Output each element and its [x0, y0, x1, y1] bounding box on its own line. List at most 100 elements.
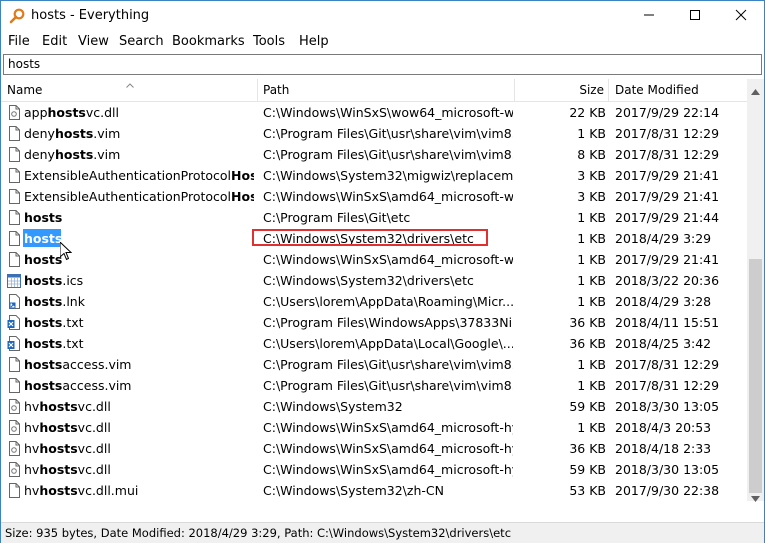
dll-file-icon — [7, 420, 21, 435]
result-row[interactable]: hosts.lnk C:\Users\lorem\AppData\Roaming\… — [1, 291, 747, 312]
sort-ascending-icon — [126, 77, 134, 91]
everything-window: hosts - Everything File Edit View Search… — [0, 0, 765, 543]
file-path: C:\Windows\WinSxS\amd64_microsoft-hy... — [263, 441, 513, 456]
search-input[interactable] — [4, 55, 748, 72]
file-size: 8 KB — [577, 147, 606, 162]
result-row[interactable]: hvhostsvc.dll C:\Windows\System32 59 KB 201… — [1, 396, 747, 417]
column-path-header[interactable]: Path — [263, 79, 289, 101]
file-date-modified: 2017/8/31 12:29 — [615, 357, 720, 372]
menu-bookmarks[interactable]: Bookmarks — [172, 34, 245, 49]
column-name-header[interactable]: Name — [7, 79, 42, 101]
file-icon — [7, 252, 21, 267]
file-icon — [7, 189, 21, 204]
file-name: hosts.lnk — [24, 291, 254, 312]
file-path: C:\Windows\WinSxS\amd64_microsoft-hy... — [263, 462, 513, 477]
file-name: hosts — [24, 249, 254, 270]
maximize-icon — [689, 9, 701, 24]
result-row[interactable]: apphostsvc.dll C:\Windows\WinSxS\wow64_mi… — [1, 102, 747, 123]
result-row[interactable]: hvhostsvc.dll C:\Windows\WinSxS\amd64_mic… — [1, 417, 747, 438]
result-row[interactable]: hosts C:\Program Files\Git\etc 1 KB 2017/9/… — [1, 207, 747, 228]
file-date-modified: 2017/9/29 22:14 — [615, 105, 720, 120]
file-name-prefix: hv — [24, 483, 40, 498]
result-row[interactable]: ExtensibleAuthenticationProtocolHost... C… — [1, 186, 747, 207]
match-highlight: hosts — [24, 357, 63, 372]
file-name-suffix: access.vim — [62, 378, 132, 393]
dll-file-icon — [7, 399, 21, 414]
menu-view[interactable]: View — [78, 34, 109, 49]
vertical-scrollbar[interactable] — [747, 79, 764, 502]
match-highlight: hosts — [54, 147, 94, 162]
result-row[interactable]: hosts C:\Windows\WinSxS\amd64_microsoft-w… — [1, 249, 747, 270]
file-name-suffix: vc.dll.mui — [77, 483, 139, 498]
file-date-modified: 2017/9/29 21:41 — [615, 168, 720, 183]
file-name-prefix: ExtensibleAuthenticationProtocol — [24, 168, 232, 183]
scroll-up-icon[interactable] — [751, 84, 760, 98]
dll-file-icon — [7, 105, 21, 120]
file-size: 1 KB — [577, 357, 606, 372]
result-row[interactable]: hvhostsvc.dll C:\Windows\WinSxS\amd64_mic… — [1, 438, 747, 459]
file-date-modified: 2018/3/30 13:05 — [615, 399, 720, 414]
file-name: hvhostsvc.dll — [24, 438, 254, 459]
file-size: 22 KB — [569, 105, 606, 120]
file-name-prefix: app — [24, 105, 48, 120]
file-name: hostsaccess.vim — [24, 375, 254, 396]
column-date-header[interactable]: Date Modified — [615, 79, 699, 101]
match-highlight: hosts — [24, 378, 63, 393]
result-row[interactable]: denyhosts.vim C:\Program Files\Git\usr\sh… — [1, 123, 747, 144]
scrollbar-thumb[interactable] — [749, 259, 762, 493]
file-path: C:\Windows\WinSxS\wow64_microsoft-wi... — [263, 105, 513, 120]
menu-search[interactable]: Search — [119, 34, 164, 49]
file-path: C:\Program Files\Git\usr\share\vim\vim8.… — [263, 126, 513, 141]
file-name: denyhosts.vim — [24, 144, 254, 165]
match-highlight: hosts — [39, 483, 78, 498]
result-row[interactable]: hvhostsvc.dll.mui C:\Windows\System32\zh-… — [1, 480, 747, 501]
file-size: 1 KB — [577, 231, 606, 246]
file-name-suffix: access.vim — [62, 357, 132, 372]
result-row[interactable]: hosts.ics C:\Windows\System32\drivers\etc… — [1, 270, 747, 291]
menu-file[interactable]: File — [8, 34, 30, 49]
file-name-suffix: vc.dll — [77, 441, 111, 456]
result-row[interactable]: hostsaccess.vim C:\Program Files\Git\usr\… — [1, 375, 747, 396]
column-divider[interactable] — [514, 79, 515, 101]
match-highlight: hosts — [24, 315, 63, 330]
match-highlight: hosts — [39, 462, 78, 477]
match-highlight: hosts — [24, 231, 63, 246]
menu-tools[interactable]: Tools — [253, 34, 285, 49]
dll-file-icon — [7, 462, 21, 477]
file-name: ExtensibleAuthenticationProtocolHost... — [24, 165, 254, 186]
result-row[interactable]: hosts.txt C:\Users\lorem\AppData\Local\Go… — [1, 333, 747, 354]
file-size: 3 KB — [577, 189, 606, 204]
file-path: C:\Windows\System32\migwiz\replacem... — [263, 168, 513, 183]
shortcut-file-icon — [7, 294, 21, 309]
minimize-icon — [643, 9, 655, 24]
menu-help[interactable]: Help — [299, 34, 329, 49]
scroll-down-icon[interactable] — [751, 491, 760, 505]
file-name-suffix: .txt — [62, 315, 84, 330]
file-name-prefix: ExtensibleAuthenticationProtocol — [24, 189, 232, 204]
file-date-modified: 2018/4/25 3:42 — [615, 336, 712, 351]
file-name-suffix: vc.dll — [85, 105, 119, 120]
file-path: C:\Windows\System32\zh-CN — [263, 483, 444, 498]
result-row[interactable]: hosts.txt C:\Program Files\WindowsApps\37… — [1, 312, 747, 333]
file-date-modified: 2018/4/29 3:29 — [615, 231, 712, 246]
file-date-modified: 2018/4/11 15:51 — [615, 315, 720, 330]
result-row[interactable]: hostsaccess.vim C:\Program Files\Git\usr\… — [1, 354, 747, 375]
minimize-button[interactable] — [626, 1, 672, 31]
match-highlight: Host — [231, 168, 254, 183]
calendar-file-icon — [7, 273, 21, 288]
match-highlight: hosts — [24, 273, 63, 288]
close-button[interactable] — [718, 1, 764, 31]
file-name-suffix: vc.dll — [77, 462, 111, 477]
column-size-header[interactable]: Size — [521, 79, 604, 101]
maximize-button[interactable] — [672, 1, 718, 31]
result-row[interactable]: hvhostsvc.dll C:\Windows\WinSxS\amd64_mic… — [1, 459, 747, 480]
result-row[interactable]: ExtensibleAuthenticationProtocolHost... C… — [1, 165, 747, 186]
menu-edit[interactable]: Edit — [42, 34, 67, 49]
close-icon — [735, 9, 747, 24]
result-row[interactable]: denyhosts.vim C:\Program Files\Git\usr\sh… — [1, 144, 747, 165]
match-highlight: Host — [231, 189, 254, 204]
file-name-suffix: vc.dll — [77, 399, 111, 414]
file-name: hostsaccess.vim — [24, 354, 254, 375]
column-divider[interactable] — [257, 79, 258, 101]
column-divider[interactable] — [608, 79, 609, 101]
